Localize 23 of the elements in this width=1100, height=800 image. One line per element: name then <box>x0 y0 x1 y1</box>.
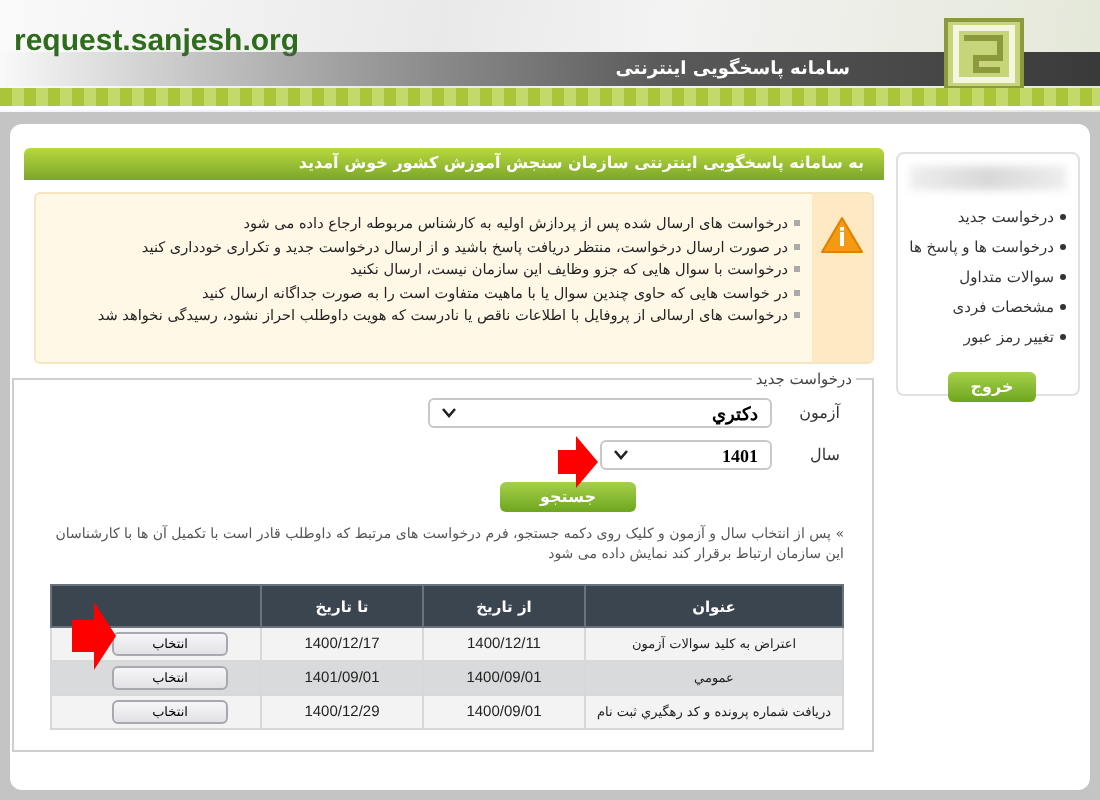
warning-icon <box>820 216 864 254</box>
field-label: آزمون <box>797 404 843 422</box>
bullet-icon <box>1060 304 1066 310</box>
logo-icon <box>944 18 1024 90</box>
select-field[interactable]: دكتري <box>428 398 772 428</box>
field-label: سال <box>808 446 842 464</box>
bullet-icon <box>794 289 800 296</box>
arrow-icon <box>558 436 598 488</box>
arrow-icon <box>72 602 116 670</box>
welcome-bar: به سامانه پاسخگویی اینترنتی سازمان سنجش آموزش کشور خوش آمدید <box>24 148 884 180</box>
site-address: request.sanjesh.org <box>14 24 300 58</box>
bullet-icon <box>794 220 800 227</box>
bullet-icon <box>1060 244 1066 250</box>
bullet-icon <box>794 312 800 319</box>
bullet-icon <box>794 266 800 273</box>
select-field[interactable]: 1401 <box>600 440 772 470</box>
bullet-icon <box>1060 214 1066 220</box>
bullet-icon <box>1060 274 1066 280</box>
caret-icon <box>442 408 456 418</box>
system-title: سامانه پاسخگویی اینترنتی <box>615 59 850 79</box>
caret-icon <box>614 450 628 460</box>
bullet-icon <box>794 243 800 250</box>
bullet-icon <box>1060 334 1066 340</box>
